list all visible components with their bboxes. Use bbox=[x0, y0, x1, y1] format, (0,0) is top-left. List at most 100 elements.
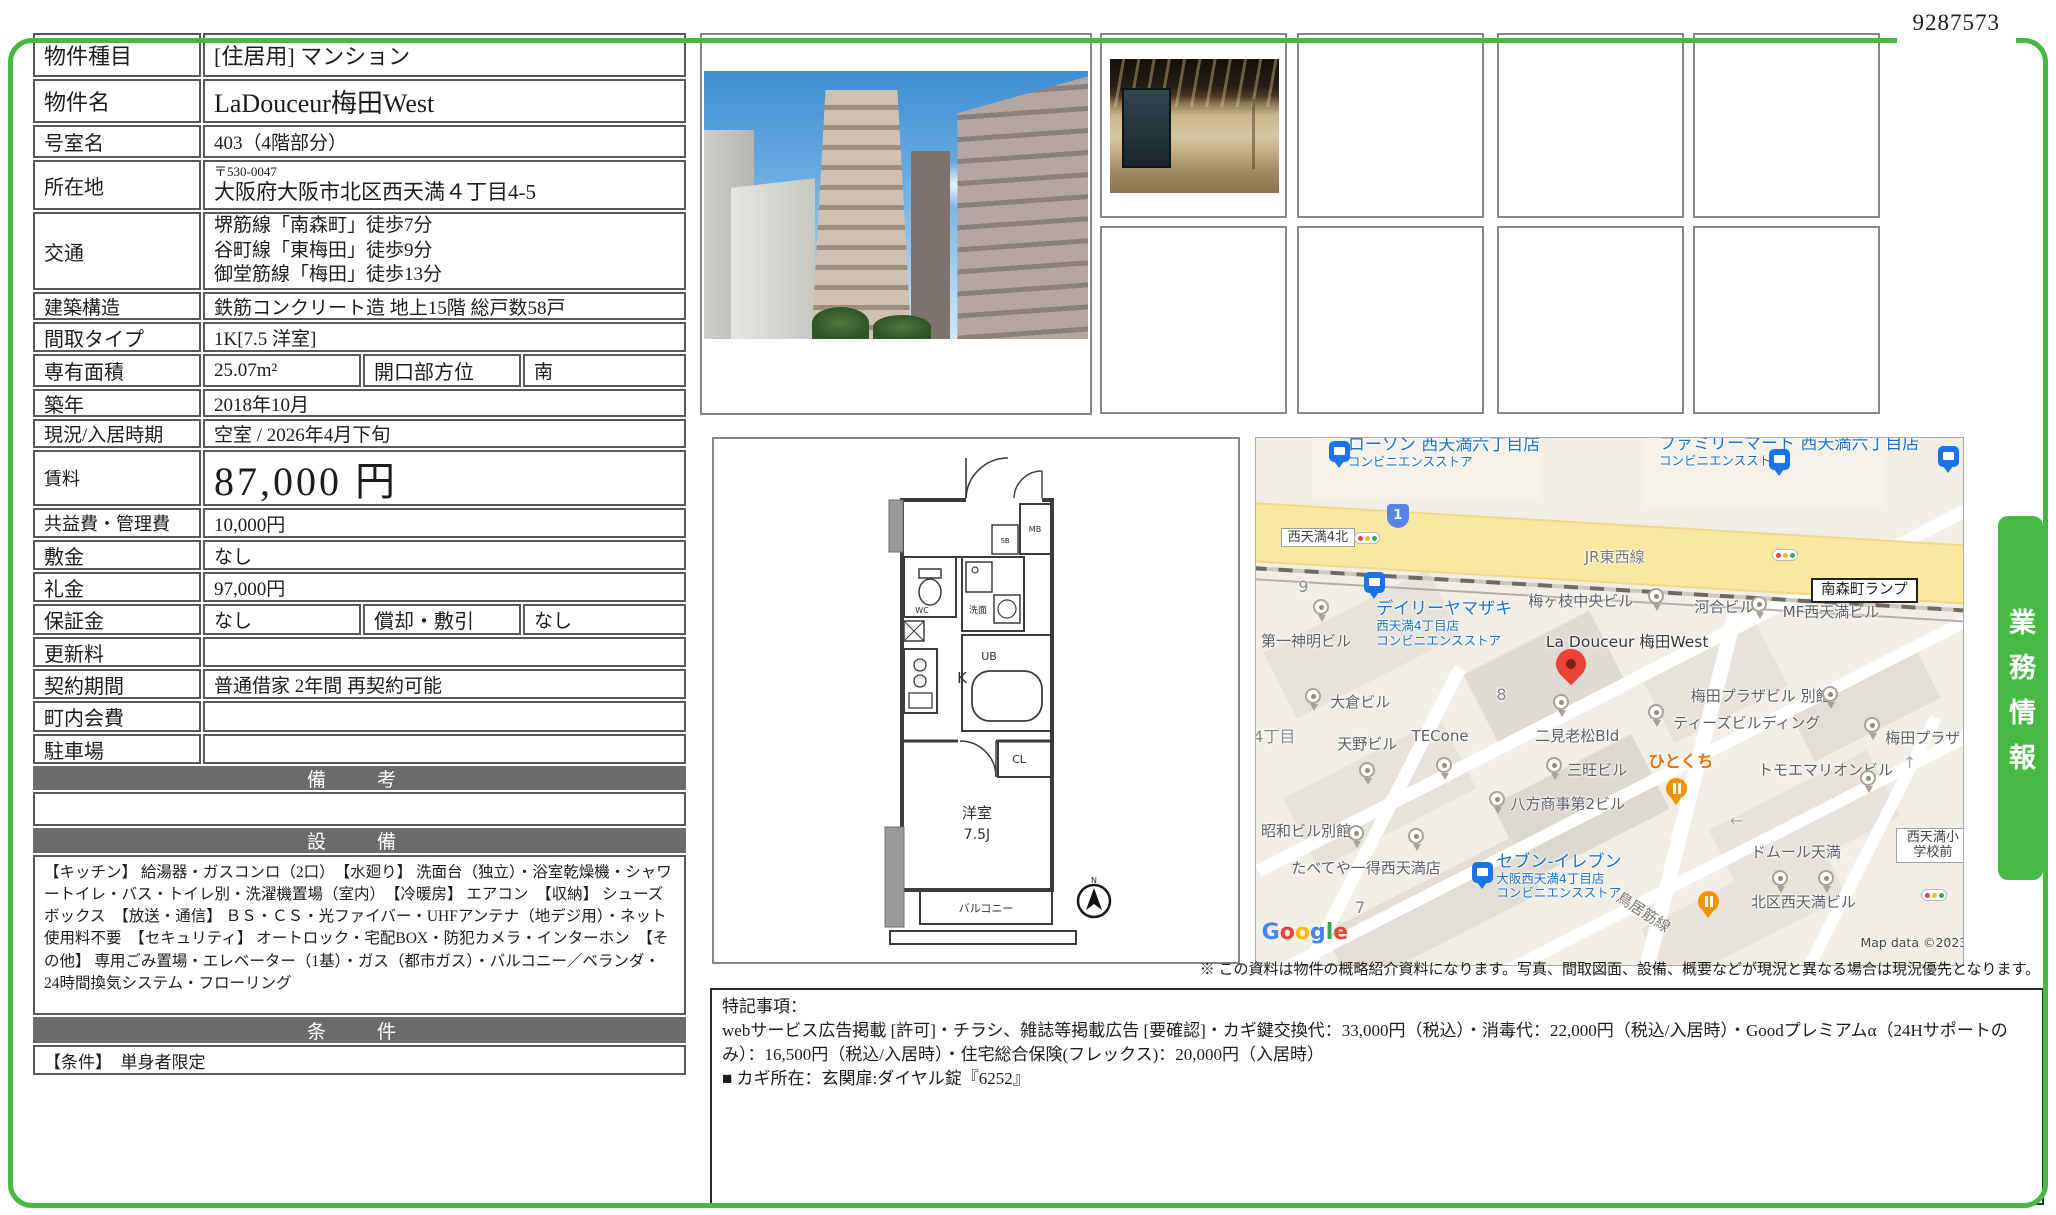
map-label: セブン-イレブン大阪西天満4丁目店コンビニエンスストア bbox=[1496, 852, 1621, 902]
field-value: 堺筋線「南森町」徒歩7分 谷町線「東梅田」徒歩9分 御堂筋線「梅田」徒歩13分 bbox=[203, 212, 686, 290]
field-label: 契約期間 bbox=[33, 669, 201, 699]
map-label: 南森町ランプ bbox=[1811, 578, 1918, 603]
map-pin-conv-icon bbox=[1769, 449, 1790, 470]
map-label: たべてや一得西天満店 bbox=[1291, 860, 1440, 878]
field-value: なし bbox=[203, 540, 686, 570]
field-value: [住居用] マンション bbox=[203, 33, 686, 77]
table-row: 物件種目 [住居用] マンション bbox=[33, 33, 686, 77]
field-label: 号室名 bbox=[33, 125, 201, 158]
property-table: 物件種目 [住居用] マンション 物件名 LaDouceur梅田West 号室名… bbox=[33, 33, 686, 1075]
property-sheet: { "page": { "doc_number": "9287573", "si… bbox=[0, 0, 2056, 1215]
transit-line: 御堂筋線「梅田」徒歩13分 bbox=[214, 263, 442, 288]
table-row: 町内会費 bbox=[33, 701, 686, 732]
photo-placeholder bbox=[1693, 226, 1880, 414]
field-label: 共益費・管理費 bbox=[33, 508, 201, 538]
field-value: 鉄筋コンクリート造 地上15階 総戸数58戸 bbox=[203, 292, 686, 320]
field-label: 保証金 bbox=[33, 604, 201, 635]
field-value bbox=[203, 734, 686, 764]
field-value bbox=[203, 637, 686, 667]
floorplan-label: 7.5J bbox=[964, 827, 990, 843]
floorplan-label: MB bbox=[1029, 525, 1041, 534]
photo-placeholder bbox=[1100, 226, 1287, 414]
field-label: 礼金 bbox=[33, 572, 201, 602]
map-label: 1 bbox=[1387, 504, 1409, 528]
tree-shape bbox=[873, 315, 931, 339]
floorplan-label: UB bbox=[981, 650, 997, 663]
map-pin-conv-icon bbox=[1364, 572, 1385, 593]
map-label: MF西天満ビル bbox=[1783, 604, 1880, 622]
photo-placeholder bbox=[1497, 226, 1684, 414]
map-label-sub: コンビニエンスストア bbox=[1496, 886, 1621, 901]
field-label: 物件種目 bbox=[33, 33, 201, 77]
floorplan-label: 洗面 bbox=[969, 604, 987, 616]
map-label: ローソン 西天満六丁目店コンビニエンスストア bbox=[1348, 437, 1540, 470]
field-value: LaDouceur梅田West bbox=[203, 79, 686, 123]
map-label: Google bbox=[1262, 920, 1349, 946]
map-label: Map data ©2023 bbox=[1860, 936, 1964, 951]
table-row: 号室名 403（4階部分） bbox=[33, 125, 686, 158]
field-value bbox=[203, 701, 686, 732]
field-label: 物件名 bbox=[33, 79, 201, 123]
document-number: 9287573 bbox=[1897, 8, 2017, 50]
field-value: 〒530-0047 大阪府大阪市北区西天満４丁目4-5 bbox=[203, 160, 686, 210]
map-pin-g-icon bbox=[1822, 686, 1838, 702]
map-label-sub: 西天満4丁目店 bbox=[1376, 619, 1512, 634]
transit-line: 谷町線「東梅田」徒歩9分 bbox=[214, 239, 433, 264]
field-label: 敷金 bbox=[33, 540, 201, 570]
building-shape bbox=[911, 151, 949, 339]
map-label: 大倉ビル bbox=[1330, 694, 1390, 712]
field-value: 403（4階部分） bbox=[203, 125, 686, 158]
table-row: 物件名 LaDouceur梅田West bbox=[33, 79, 686, 123]
floorplan: MB SB WC 洗面 K UB CL 洋室 7.5J バルコニー N bbox=[712, 437, 1240, 964]
field-label: 駐車場 bbox=[33, 734, 201, 764]
floorplan-label: K bbox=[957, 669, 968, 687]
business-info-tab[interactable]: 業務情報 bbox=[1998, 516, 2043, 880]
map-label-sub: コンビニエンスストア bbox=[1348, 455, 1540, 470]
field-value: 97,000円 bbox=[203, 572, 686, 602]
field-label: 所在地 bbox=[33, 160, 201, 210]
table-row: 現況/入居時期 空室 / 2026年4月下旬 bbox=[33, 419, 686, 448]
table-row: 築年 2018年10月 bbox=[33, 389, 686, 417]
map-label: 八方商事第2ビル bbox=[1511, 796, 1626, 814]
field-label: 築年 bbox=[33, 389, 201, 417]
field-value: 25.07m² bbox=[203, 354, 361, 387]
photo-exterior bbox=[700, 33, 1092, 415]
map-pin-g-icon bbox=[1408, 828, 1424, 844]
map-signal-icon bbox=[1354, 532, 1380, 544]
map-label: ドムール天満 bbox=[1751, 844, 1841, 862]
field-value: 10,000円 bbox=[203, 508, 686, 538]
field-label: 賃料 bbox=[33, 450, 201, 506]
map-label: 天野ビル bbox=[1337, 736, 1397, 754]
field-value: なし bbox=[203, 604, 361, 635]
photo-placeholder bbox=[1297, 33, 1484, 218]
photo-placeholder bbox=[1693, 33, 1880, 218]
map-label: 二見老松Bld bbox=[1535, 728, 1619, 746]
table-row: 建築構造 鉄筋コンクリート造 地上15階 総戸数58戸 bbox=[33, 292, 686, 320]
floorplan-label: WC bbox=[915, 606, 929, 615]
field-label: 間取タイプ bbox=[33, 322, 201, 352]
map-label: ひとくち bbox=[1648, 752, 1713, 771]
remarks-value bbox=[33, 792, 686, 826]
map-label: 4丁目 bbox=[1255, 728, 1295, 747]
map-label: ← bbox=[1730, 812, 1743, 831]
postal-code: 〒530-0047 bbox=[214, 165, 277, 180]
table-row: 契約期間 普通借家 2年間 再契約可能 bbox=[33, 669, 686, 699]
table-row: 共益費・管理費 10,000円 bbox=[33, 508, 686, 538]
map-label: 西天満小学校前 bbox=[1896, 828, 1964, 863]
entrance-door-shape bbox=[1122, 88, 1172, 167]
building-shape bbox=[731, 178, 815, 339]
photo-placeholder bbox=[1497, 33, 1684, 218]
floorplan-label: CL bbox=[1012, 753, 1027, 766]
building-shape bbox=[957, 76, 1088, 339]
table-row: 敷金 なし bbox=[33, 540, 686, 570]
floorplan-label: バルコニー bbox=[959, 902, 1014, 915]
map-pin-g-icon bbox=[1313, 599, 1329, 615]
floorplan-drawing: MB SB WC 洗面 K UB CL 洋室 7.5J バルコニー N bbox=[842, 445, 1132, 960]
map-disclaimer: ※ この資料は物件の概略紹介資料になります。写真、間取図面、設備、概要などが現況… bbox=[800, 958, 2040, 979]
floorplan-label: SB bbox=[1000, 537, 1009, 545]
entrance-photo bbox=[1110, 59, 1279, 193]
map-pin-g-icon bbox=[1553, 694, 1569, 710]
map-label: 梅田プラザビル 別館 bbox=[1691, 688, 1831, 706]
building-photo bbox=[704, 71, 1088, 339]
building-shape bbox=[812, 90, 912, 339]
